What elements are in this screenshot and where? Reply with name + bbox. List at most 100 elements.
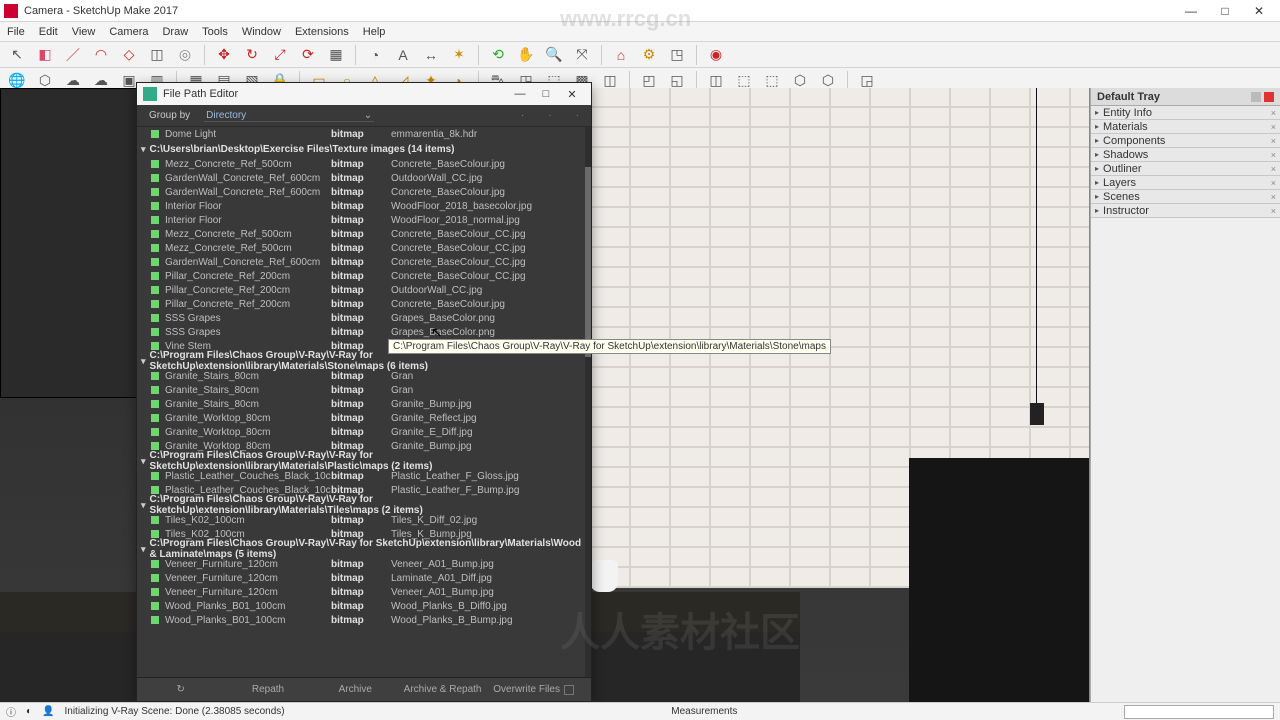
layout-icon[interactable]: ◳ <box>666 44 688 66</box>
asset-type: bitmap <box>331 427 391 438</box>
asset-name: Plastic_Leather_Couches_Black_10cm <box>165 471 331 482</box>
tray-pin-icon[interactable] <box>1251 92 1261 102</box>
file-row[interactable]: Dome Lightbitmapemmarentia_8k.hdr <box>137 127 591 141</box>
file-row[interactable]: Mezz_Concrete_Ref_500cmbitmapConcrete_Ba… <box>137 241 591 255</box>
file-row[interactable]: Granite_Stairs_80cmbitmapGranite_Bump.jp… <box>137 397 591 411</box>
offset-tool-icon[interactable]: ◎ <box>174 44 196 66</box>
warehouse-icon[interactable]: ⌂ <box>610 44 632 66</box>
zoomext-tool-icon[interactable]: ⤧ <box>571 44 593 66</box>
file-row[interactable]: SSS GrapesbitmapGrapes_BaseColor.png <box>137 325 591 339</box>
paint-tool-icon[interactable]: ◔ <box>364 44 386 66</box>
file-row[interactable]: Interior FloorbitmapWoodFloor_2018_basec… <box>137 199 591 213</box>
shape-tool-icon[interactable]: ◇ <box>118 44 140 66</box>
group-header[interactable]: C:\Program Files\Chaos Group\V-Ray\V-Ray… <box>137 453 591 469</box>
move-tool-icon[interactable]: ✥ <box>213 44 235 66</box>
group-header[interactable]: C:\Program Files\Chaos Group\V-Ray\V-Ray… <box>137 497 591 513</box>
overwrite-checkbox[interactable] <box>564 685 574 695</box>
panel-scenes[interactable]: Scenes× <box>1091 190 1280 204</box>
file-row[interactable]: Veneer_Furniture_120cmbitmapVeneer_A01_B… <box>137 585 591 599</box>
group-by-dropdown[interactable]: Directory⌄ <box>204 110 374 122</box>
overwrite-files-toggle[interactable]: Overwrite Files <box>486 680 591 699</box>
file-row[interactable]: Mezz_Concrete_Ref_500cmbitmapConcrete_Ba… <box>137 227 591 241</box>
orbit-tool-icon[interactable]: ⟲ <box>487 44 509 66</box>
measurements-input[interactable] <box>1124 705 1274 719</box>
followme-tool-icon[interactable]: ⟳ <box>297 44 319 66</box>
refresh-button[interactable]: ↻ <box>137 680 224 699</box>
file-row[interactable]: Pillar_Concrete_Ref_200cmbitmapOutdoorWa… <box>137 283 591 297</box>
file-row[interactable]: Pillar_Concrete_Ref_200cmbitmapConcrete_… <box>137 297 591 311</box>
menu-window[interactable]: Window <box>235 26 288 38</box>
menu-view[interactable]: View <box>65 26 103 38</box>
group-header[interactable]: C:\Users\brian\Desktop\Exercise Files\Te… <box>137 141 591 157</box>
menu-file[interactable]: File <box>0 26 32 38</box>
pushpull-tool-icon[interactable]: ◫ <box>146 44 168 66</box>
scale-tool-icon[interactable]: ⤢ <box>269 44 291 66</box>
file-row[interactable]: Plastic_Leather_Couches_Black_10cmbitmap… <box>137 469 591 483</box>
tray-close-icon[interactable] <box>1264 92 1274 102</box>
dialog-minimize-icon[interactable]: — <box>507 88 533 100</box>
col-head-3: · <box>576 110 579 121</box>
tape-tool-icon[interactable]: ▦ <box>325 44 347 66</box>
dialog-maximize-icon[interactable]: □ <box>533 88 559 100</box>
menu-edit[interactable]: Edit <box>32 26 65 38</box>
archive-repath-button[interactable]: Archive & Repath <box>399 680 486 699</box>
extension-icon[interactable]: ⚙ <box>638 44 660 66</box>
file-row[interactable]: Veneer_Furniture_120cmbitmapVeneer_A01_B… <box>137 557 591 571</box>
file-row[interactable]: Mezz_Concrete_Ref_500cmbitmapConcrete_Ba… <box>137 157 591 171</box>
panel-layers[interactable]: Layers× <box>1091 176 1280 190</box>
scroll-thumb[interactable] <box>585 167 591 357</box>
arc-tool-icon[interactable]: ◠ <box>90 44 112 66</box>
file-row[interactable]: Pillar_Concrete_Ref_200cmbitmapConcrete_… <box>137 269 591 283</box>
panel-instructor[interactable]: Instructor× <box>1091 204 1280 218</box>
zoom-tool-icon[interactable]: 🔍 <box>543 44 565 66</box>
file-row[interactable]: SSS GrapesbitmapGrapes_BaseColor.png <box>137 311 591 325</box>
select-tool-icon[interactable]: ↖ <box>6 44 28 66</box>
vray-icon[interactable]: ◉ <box>705 44 727 66</box>
dialog-scrollbar[interactable] <box>585 127 591 677</box>
axis-tool-icon[interactable]: ✶ <box>448 44 470 66</box>
close-button[interactable]: ✕ <box>1242 4 1276 18</box>
asset-type: bitmap <box>331 471 391 482</box>
menubar: File Edit View Camera Draw Tools Window … <box>0 22 1280 42</box>
status-square-icon <box>151 428 159 436</box>
file-row[interactable]: Wood_Planks_B01_100cmbitmapWood_Planks_B… <box>137 599 591 613</box>
dialog-body[interactable]: Dome Lightbitmapemmarentia_8k.hdrC:\User… <box>137 127 591 677</box>
menu-extensions[interactable]: Extensions <box>288 26 356 38</box>
pan-tool-icon[interactable]: ✋ <box>515 44 537 66</box>
file-row[interactable]: Veneer_Furniture_120cmbitmapLaminate_A01… <box>137 571 591 585</box>
line-tool-icon[interactable]: ／ <box>62 44 84 66</box>
minimize-button[interactable]: — <box>1174 4 1208 18</box>
file-row[interactable]: Wood_Planks_B01_100cmbitmapWood_Planks_B… <box>137 613 591 627</box>
panel-components[interactable]: Components× <box>1091 134 1280 148</box>
archive-button[interactable]: Archive <box>312 680 399 699</box>
file-row[interactable]: Granite_Stairs_80cmbitmapGran <box>137 369 591 383</box>
repath-button[interactable]: Repath <box>224 680 311 699</box>
panel-outliner[interactable]: Outliner× <box>1091 162 1280 176</box>
eraser-tool-icon[interactable]: ◧ <box>34 44 56 66</box>
panel-materials[interactable]: Materials× <box>1091 120 1280 134</box>
file-row[interactable]: Interior FloorbitmapWoodFloor_2018_norma… <box>137 213 591 227</box>
asset-name: Wood_Planks_B01_100cm <box>165 615 331 626</box>
text-tool-icon[interactable]: A <box>392 44 414 66</box>
file-row[interactable]: GardenWall_Concrete_Ref_600cmbitmapConcr… <box>137 185 591 199</box>
dialog-close-icon[interactable]: ✕ <box>559 88 585 101</box>
file-row[interactable]: Granite_Worktop_80cmbitmapGranite_Reflec… <box>137 411 591 425</box>
menu-draw[interactable]: Draw <box>155 26 195 38</box>
rotate-tool-icon[interactable]: ↻ <box>241 44 263 66</box>
dialog-titlebar[interactable]: File Path Editor — □ ✕ <box>137 83 591 105</box>
file-row[interactable]: GardenWall_Concrete_Ref_600cmbitmapConcr… <box>137 255 591 269</box>
tray-title[interactable]: Default Tray <box>1091 88 1280 106</box>
file-row[interactable]: GardenWall_Concrete_Ref_600cmbitmapOutdo… <box>137 171 591 185</box>
file-row[interactable]: Granite_Worktop_80cmbitmapGranite_E_Diff… <box>137 425 591 439</box>
menu-help[interactable]: Help <box>356 26 393 38</box>
dimension-tool-icon[interactable]: ↔ <box>420 44 442 66</box>
file-row[interactable]: Tiles_K02_100cmbitmapTiles_K_Diff_02.jpg <box>137 513 591 527</box>
menu-camera[interactable]: Camera <box>102 26 155 38</box>
maximize-button[interactable]: □ <box>1208 4 1242 18</box>
panel-entity-info[interactable]: Entity Info× <box>1091 106 1280 120</box>
group-header[interactable]: C:\Program Files\Chaos Group\V-Ray\V-Ray… <box>137 353 591 369</box>
menu-tools[interactable]: Tools <box>195 26 235 38</box>
panel-shadows[interactable]: Shadows× <box>1091 148 1280 162</box>
file-row[interactable]: Granite_Stairs_80cmbitmapGran <box>137 383 591 397</box>
group-header[interactable]: C:\Program Files\Chaos Group\V-Ray\V-Ray… <box>137 541 591 557</box>
